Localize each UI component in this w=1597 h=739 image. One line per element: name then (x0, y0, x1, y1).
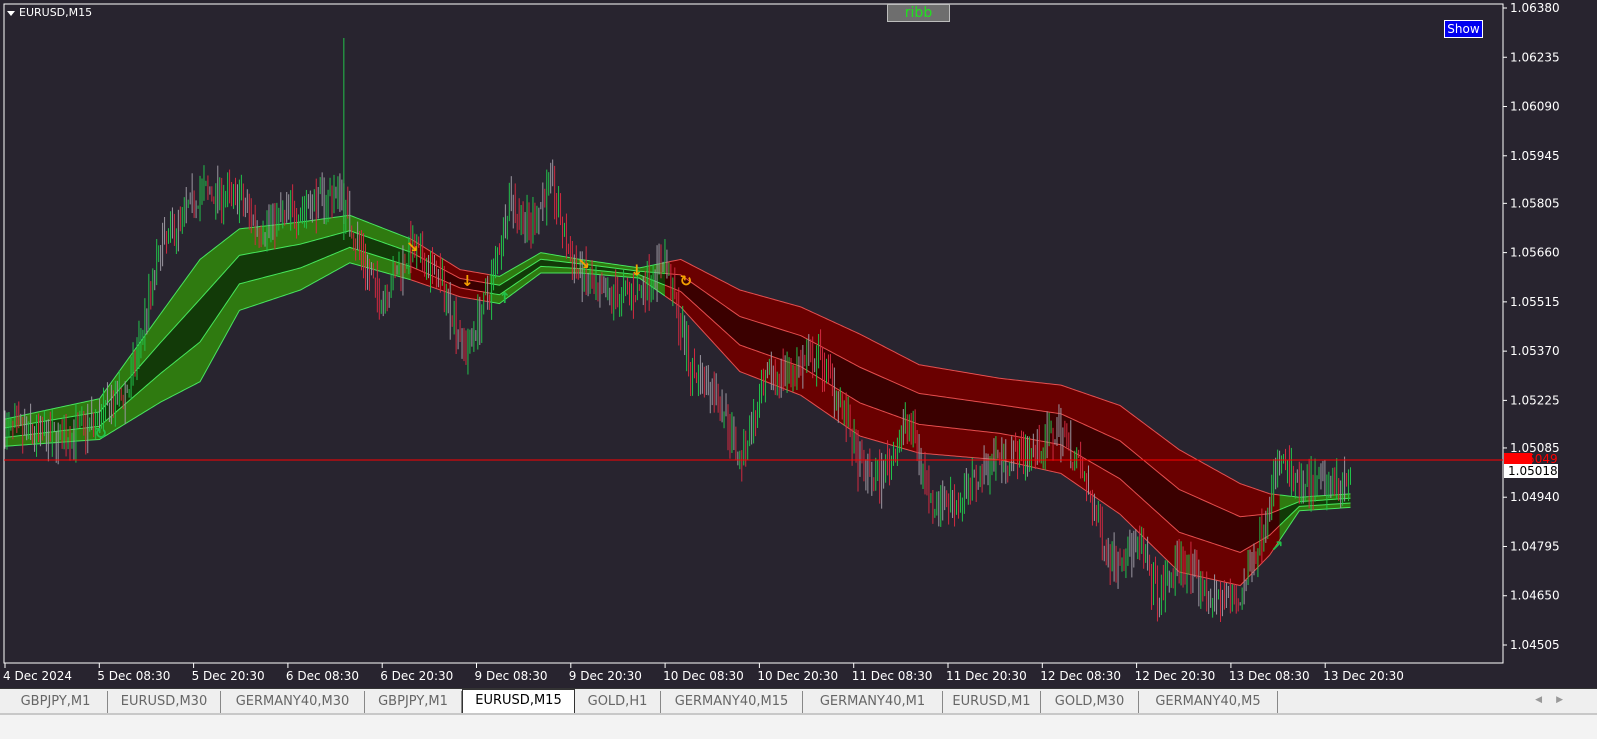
signal-arrow-icon: ↻ (680, 272, 693, 290)
price-tick-label: 1.04940 (1510, 490, 1560, 504)
signal-arrow-icon: ↘ (577, 255, 590, 273)
time-tick-label: 5 Dec 20:30 (192, 669, 265, 683)
signal-arrow-icon: ↘ (406, 238, 419, 256)
chart-title[interactable]: EURUSD,M15 (7, 6, 92, 19)
current-price-label: 1.05018 (1508, 464, 1558, 478)
price-tick-label: 1.06380 (1510, 1, 1560, 15)
time-tick-label: 5 Dec 08:30 (97, 669, 170, 683)
price-tick-label: 1.05225 (1510, 393, 1560, 407)
time-tick-label: 10 Dec 20:30 (757, 669, 838, 683)
tab-germany40-m5[interactable]: GERMANY40,M5 (1139, 691, 1278, 713)
dropdown-triangle-icon[interactable] (7, 10, 15, 16)
tab-scroll-arrows[interactable]: ◀▶ (1535, 695, 1577, 705)
tab-eurusd-m1[interactable]: EURUSD,M1 (943, 691, 1041, 713)
signal-arrow-icon: ↻ (95, 425, 108, 443)
price-tick-label: 1.05515 (1510, 295, 1560, 309)
signal-arrow-icon: ↓ (630, 262, 643, 280)
price-tick-label: 1.05945 (1510, 149, 1560, 163)
time-tick-label: 6 Dec 08:30 (286, 669, 359, 683)
chart-tabs-bar: ◀▶ GBPJPY,M1 EURUSD,M30 GERMANY40,M30 GBPJP… (0, 688, 1597, 714)
symbol-title: EURUSD,M15 (19, 6, 93, 19)
status-strip (0, 713, 1597, 739)
time-axis: 4 Dec 2024 5 Dec 08:30 5 Dec 20:30 6 Dec 08… (3, 663, 1404, 683)
scroll-left-icon[interactable]: ◀ (1535, 695, 1556, 705)
tab-gbpjpy-m1[interactable]: GBPJPY,M1 (4, 691, 108, 713)
time-tick-label: 13 Dec 20:30 (1323, 669, 1404, 683)
price-tick-label: 1.05660 (1510, 246, 1560, 260)
time-tick-label: 4 Dec 2024 (3, 669, 72, 683)
time-tick-label: 9 Dec 08:30 (475, 669, 548, 683)
time-tick-label: 6 Dec 20:30 (380, 669, 453, 683)
signal-arrow-icon: ↗ (1271, 537, 1284, 555)
tab-gbpjpy-m1[interactable]: GBPJPY,M1 (365, 691, 462, 713)
time-tick-label: 10 Dec 08:30 (663, 669, 744, 683)
time-tick-label: 12 Dec 08:30 (1040, 669, 1121, 683)
tab-germany40-m30[interactable]: GERMANY40,M30 (221, 691, 365, 713)
price-tick-label: 1.05370 (1510, 344, 1560, 358)
time-tick-label: 13 Dec 08:30 (1229, 669, 1310, 683)
price-chart[interactable]: ↻↘↓↑↘ ↓↻↗ 1.063801.062351.060901.059451.0… (0, 0, 1597, 688)
price-tick-label: 1.05805 (1510, 196, 1560, 210)
tab-germany40-m15[interactable]: GERMANY40,M15 (661, 691, 803, 713)
signal-arrow-icon: ↓ (461, 272, 474, 290)
tab-gold-h1[interactable]: GOLD,H1 (575, 691, 661, 713)
signal-arrow-icon: ↑ (498, 289, 511, 307)
price-tick-label: 1.06235 (1510, 50, 1560, 64)
time-tick-label: 11 Dec 08:30 (852, 669, 933, 683)
tab-gold-m30[interactable]: GOLD,M30 (1041, 691, 1139, 713)
ribbon-layer (4, 214, 1351, 587)
tab-germany40-m1[interactable]: GERMANY40,M1 (803, 691, 943, 713)
price-axis: 1.06380 1.06235 1.06090 1.05945 1.05805 1.056… (1503, 1, 1560, 652)
price-tick-label: 1.04650 (1510, 589, 1560, 603)
price-tick-label: 1.04505 (1510, 638, 1560, 652)
price-tick-label: 1.04795 (1510, 539, 1560, 553)
time-tick-label: 11 Dec 20:30 (946, 669, 1027, 683)
scroll-right-icon[interactable]: ▶ (1556, 695, 1577, 705)
time-tick-label: 9 Dec 20:30 (569, 669, 642, 683)
ribb-button[interactable]: ribb (887, 4, 950, 22)
time-tick-label: 12 Dec 20:30 (1135, 669, 1216, 683)
tab-eurusd-m30[interactable]: EURUSD,M30 (108, 691, 221, 713)
tab-eurusd-m15[interactable]: EURUSD,M15 (462, 689, 575, 714)
show-button[interactable]: Show (1444, 20, 1483, 38)
price-tick-label: 1.06090 (1510, 100, 1560, 114)
